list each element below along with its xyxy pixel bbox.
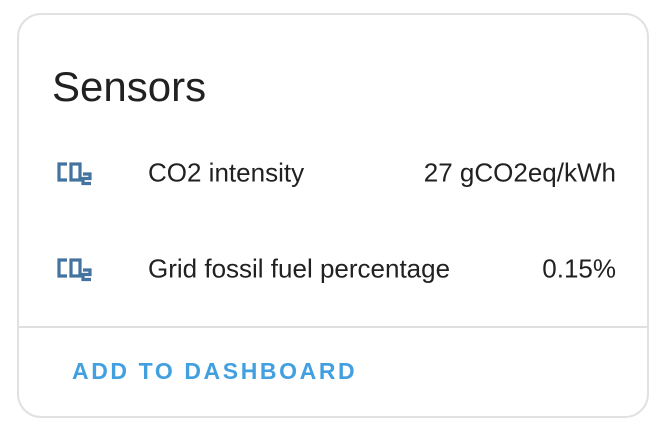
entity-state: 27 gCO2eq/kWh [423, 157, 616, 188]
card-title: Sensors [52, 63, 207, 110]
entity-name: CO2 intensity [148, 157, 305, 188]
add-to-dashboard-button[interactable]: ADD TO DASHBOARD [59, 350, 370, 393]
entity-name: Grid fossil fuel percentage [148, 253, 451, 284]
entity-state: 0.15% [542, 253, 616, 284]
sensors-card: Sensors CO2 intensity 27 gCO2eq/kWh Grid… [17, 13, 649, 418]
co2-icon [57, 258, 92, 282]
entity-row-grid-fossil-fuel-percentage[interactable]: Grid fossil fuel percentage 0.15% [19, 221, 647, 317]
card-actions: ADD TO DASHBOARD [19, 328, 647, 418]
entity-row-co2-intensity[interactable]: CO2 intensity 27 gCO2eq/kWh [19, 125, 647, 221]
entity-list: CO2 intensity 27 gCO2eq/kWh Grid fossil … [19, 125, 647, 317]
co2-icon [57, 162, 92, 186]
